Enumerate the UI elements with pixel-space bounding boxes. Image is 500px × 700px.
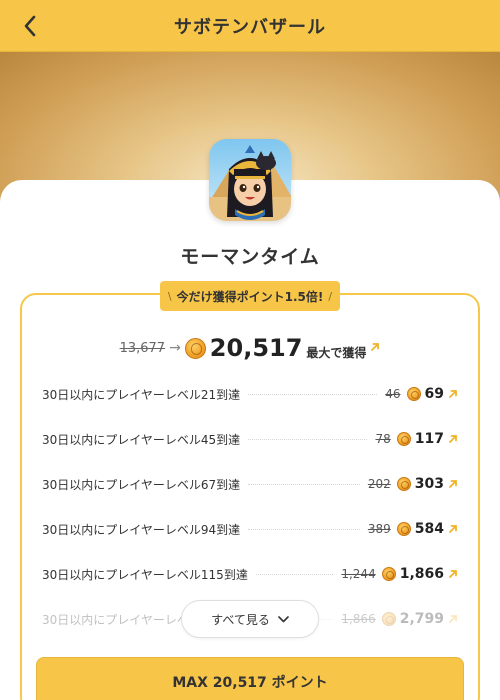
summary-new-points: 20,517 (209, 334, 303, 362)
mission-new-points: 2,799 (399, 611, 444, 627)
arrow-up-right-icon (448, 434, 458, 444)
summary-max-label: 最大で獲得 (306, 345, 367, 360)
mission-row: 30日以内にプレイヤーレベル67到達 202 303 (42, 474, 458, 494)
chevron-down-icon (278, 615, 289, 622)
arrow-up-right-icon (448, 389, 458, 399)
mission-label: 30日以内にプレイヤーレベル67到達 (42, 477, 241, 492)
dotted-leader (248, 393, 378, 395)
coin-icon (396, 477, 411, 491)
summary-old-points: 13,677 (119, 340, 166, 356)
see-all-button[interactable]: すべて見る (181, 600, 319, 638)
dotted-leader (248, 483, 360, 485)
coin-icon (396, 432, 411, 446)
mission-row: 30日以内にプレイヤーレベル21到達 46 69 (42, 384, 458, 404)
arrow-up-right-icon (448, 614, 458, 624)
mission-row: 30日以内にプレイヤーレベル115到達 1,244 1,866 (42, 564, 458, 584)
mission-label: 30日以内にプレイヤーレベ (42, 612, 189, 627)
points-summary: 13,677 → 20,517 最大で獲得 (0, 334, 500, 362)
mission-new-points: 69 (424, 386, 444, 402)
coin-icon (396, 522, 411, 536)
promo-badge: \ 今だけ獲得ポイント1.5倍! / (160, 281, 340, 311)
mission-label: 30日以内にプレイヤーレベル94到達 (42, 522, 241, 537)
promo-right-mark: / (328, 289, 333, 303)
dotted-leader (248, 528, 360, 530)
max-points-label: MAX 20,517 ポイント (172, 675, 328, 691)
arrow-up-right-icon (370, 337, 380, 356)
arrow-up-right-icon (448, 569, 458, 579)
coin-icon (184, 337, 206, 359)
back-button[interactable] (16, 12, 44, 40)
mission-row: 30日以内にプレイヤーレベル94到達 389 584 (42, 519, 458, 539)
promo-text: 今だけ獲得ポイント1.5倍! (176, 289, 324, 304)
top-bar: サボテンバザール (0, 0, 500, 52)
mission-old-points: 1,866 (341, 612, 376, 626)
mission-old-points: 202 (367, 477, 391, 491)
mission-old-points: 1,244 (341, 567, 376, 581)
dotted-leader (248, 438, 368, 440)
promo-left-mark: \ (167, 289, 172, 303)
mission-label: 30日以内にプレイヤーレベル21到達 (42, 387, 241, 402)
coin-icon (381, 567, 396, 581)
mission-new-points: 117 (414, 431, 444, 447)
arrow-up-right-icon (448, 524, 458, 534)
mission-label: 30日以内にプレイヤーレベル45到達 (42, 432, 241, 447)
mission-new-points: 584 (414, 521, 444, 537)
arrow-right-icon: → (169, 340, 181, 356)
chevron-left-icon (24, 15, 36, 37)
coin-icon (406, 387, 421, 401)
mission-row: 30日以内にプレイヤーレベル45到達 78 117 (42, 429, 458, 449)
app-icon (209, 139, 291, 221)
mission-old-points: 78 (375, 432, 391, 446)
app-name: モーマンタイム (180, 246, 320, 268)
dotted-leader (255, 573, 334, 575)
page-title: サボテンバザール (174, 16, 326, 38)
see-all-label: すべて見る (211, 612, 270, 627)
mission-label: 30日以内にプレイヤーレベル115到達 (42, 567, 248, 582)
mission-old-points: 389 (367, 522, 391, 536)
arrow-up-right-icon (448, 479, 458, 489)
mission-old-points: 46 (385, 387, 401, 401)
mission-new-points: 303 (414, 476, 444, 492)
max-points-button[interactable]: MAX 20,517 ポイント (36, 657, 464, 700)
coin-icon (381, 612, 396, 626)
mission-new-points: 1,866 (399, 566, 444, 582)
